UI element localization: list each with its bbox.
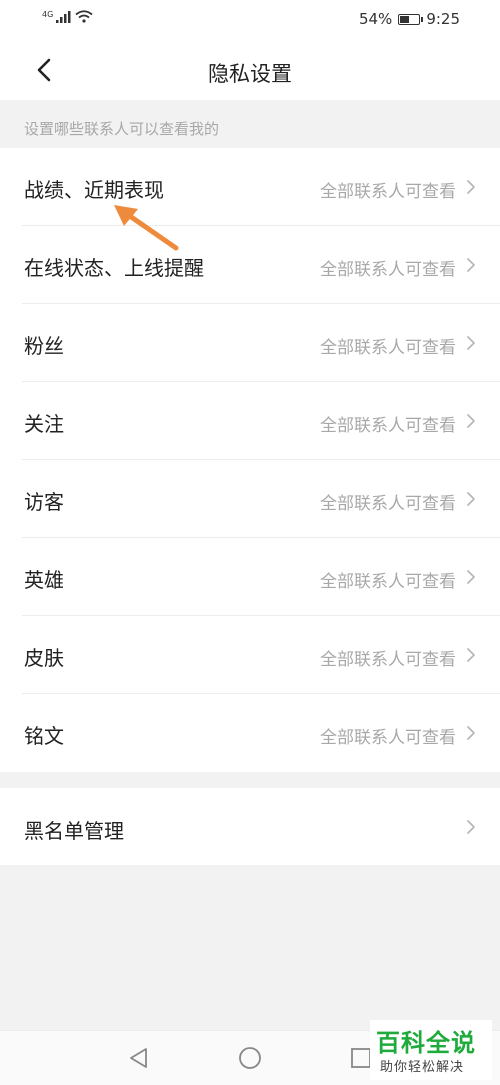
status-bar: 4G 54% 9:25 xyxy=(0,0,500,40)
signal-icon xyxy=(56,11,71,23)
chevron-right-icon xyxy=(467,336,475,350)
status-right: 54% 9:25 xyxy=(359,10,460,28)
privacy-row-skins[interactable]: 皮肤 全部联系人可查看 xyxy=(0,616,500,694)
chevron-right-icon xyxy=(467,570,475,584)
clock: 9:25 xyxy=(426,10,460,28)
row-label: 铭文 xyxy=(24,724,64,748)
privacy-row-record[interactable]: 战绩、近期表现 全部联系人可查看 xyxy=(0,148,500,226)
privacy-settings-list: 战绩、近期表现 全部联系人可查看 在线状态、上线提醒 全部联系人可查看 粉丝 全… xyxy=(0,148,500,772)
row-label: 黑名单管理 xyxy=(24,819,124,843)
chevron-right-icon xyxy=(467,492,475,506)
network-type: 4G xyxy=(42,10,54,19)
section-caption-text: 设置哪些联系人可以查看我的 xyxy=(24,120,220,138)
nav-home-icon[interactable] xyxy=(237,1045,263,1071)
row-label: 在线状态、上线提醒 xyxy=(24,256,204,280)
privacy-row-following[interactable]: 关注 全部联系人可查看 xyxy=(0,382,500,460)
row-label: 关注 xyxy=(24,412,64,436)
page-title: 隐私设置 xyxy=(208,62,292,86)
row-value: 全部联系人可查看 xyxy=(320,338,456,358)
row-value: 全部联系人可查看 xyxy=(320,182,456,202)
row-label: 英雄 xyxy=(24,568,64,592)
chevron-right-icon xyxy=(467,726,475,740)
row-label: 皮肤 xyxy=(24,646,64,670)
chevron-right-icon xyxy=(467,180,475,194)
watermark-logo: 百科全说 助你轻松解决 xyxy=(370,1020,492,1080)
top-nav-bar: 隐私设置 xyxy=(0,40,500,100)
privacy-row-heroes[interactable]: 英雄 全部联系人可查看 xyxy=(0,538,500,616)
row-value: 全部联系人可查看 xyxy=(320,728,456,748)
section-caption: 设置哪些联系人可以查看我的 xyxy=(0,100,500,148)
row-value: 全部联系人可查看 xyxy=(320,494,456,514)
watermark-subtitle: 助你轻松解决 xyxy=(380,1060,465,1075)
privacy-row-online-status[interactable]: 在线状态、上线提醒 全部联系人可查看 xyxy=(0,226,500,304)
watermark-title: 百科全说 xyxy=(376,1029,476,1057)
row-value: 全部联系人可查看 xyxy=(320,416,456,436)
row-label: 战绩、近期表现 xyxy=(24,178,164,202)
chevron-right-icon xyxy=(467,414,475,428)
battery-icon xyxy=(398,13,424,25)
battery-fill xyxy=(400,15,410,23)
signal-indicators: 4G xyxy=(42,10,93,23)
row-value: 全部联系人可查看 xyxy=(320,572,456,592)
privacy-row-fans[interactable]: 粉丝 全部联系人可查看 xyxy=(0,304,500,382)
row-label: 访客 xyxy=(24,490,64,514)
privacy-row-inscriptions[interactable]: 铭文 全部联系人可查看 xyxy=(0,694,500,772)
blacklist-row[interactable]: 黑名单管理 xyxy=(0,788,500,865)
privacy-row-visitors[interactable]: 访客 全部联系人可查看 xyxy=(0,460,500,538)
blacklist-section: 黑名单管理 xyxy=(0,788,500,865)
row-label: 粉丝 xyxy=(24,334,64,358)
row-value: 全部联系人可查看 xyxy=(320,260,456,280)
battery-percent: 54% xyxy=(358,10,393,28)
chevron-right-icon xyxy=(467,258,475,272)
chevron-right-icon xyxy=(467,820,475,834)
wifi-icon xyxy=(75,10,93,23)
chevron-right-icon xyxy=(467,648,475,662)
row-value: 全部联系人可查看 xyxy=(320,650,456,670)
nav-back-icon[interactable] xyxy=(126,1045,152,1071)
